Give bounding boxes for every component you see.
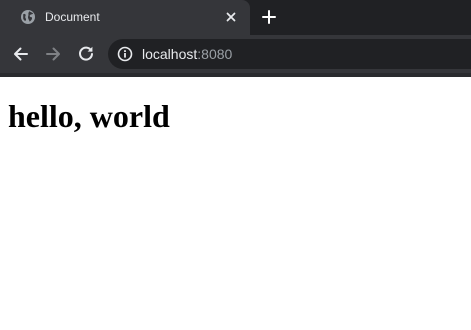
info-icon[interactable] — [117, 46, 133, 62]
tab-document[interactable]: Document — [0, 0, 250, 35]
tab-strip: Document — [0, 0, 471, 35]
reload-icon — [79, 46, 93, 61]
arrow-left-icon — [14, 47, 28, 61]
address-bar[interactable]: localhost:8080 — [108, 39, 471, 69]
tab-title: Document — [45, 10, 100, 24]
browser-window: Document localhost:8080 hello, world — [0, 0, 471, 330]
back-button[interactable] — [11, 44, 31, 64]
new-tab-plus-icon[interactable] — [259, 7, 279, 27]
toolbar: localhost:8080 — [0, 35, 471, 73]
arrow-right-icon — [46, 47, 60, 61]
page-viewport: hello, world — [0, 77, 471, 330]
forward-button[interactable] — [43, 44, 63, 64]
url-port: :8080 — [197, 46, 233, 62]
url-text: localhost:8080 — [142, 46, 232, 62]
url-host: localhost — [142, 46, 198, 62]
reload-button[interactable] — [76, 44, 96, 64]
close-icon[interactable] — [223, 9, 239, 25]
globe-icon — [20, 9, 36, 25]
page-heading: hello, world — [8, 98, 170, 134]
